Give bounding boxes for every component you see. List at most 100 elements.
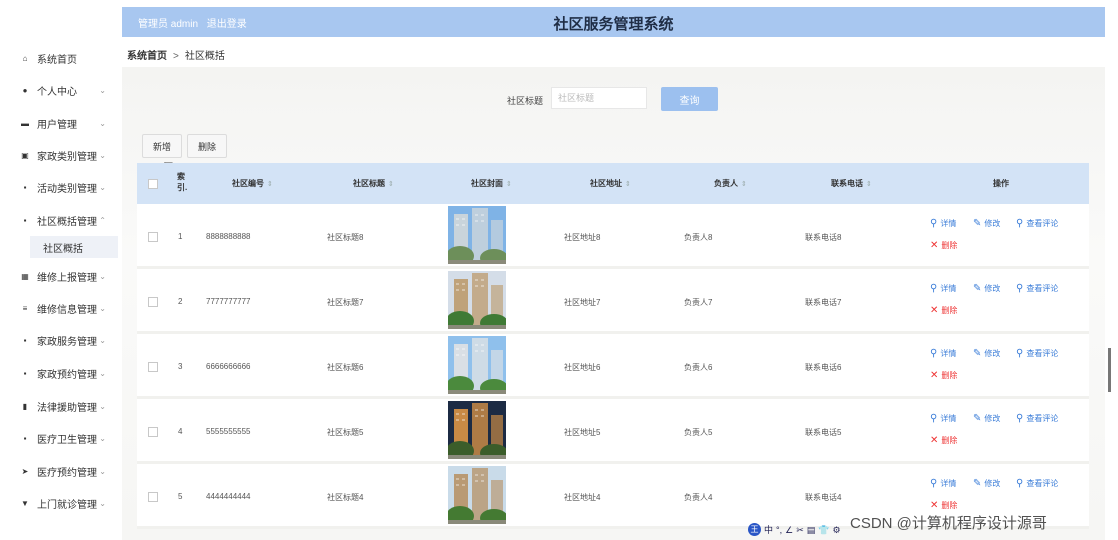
remove-button[interactable]: ✕ 删除 bbox=[930, 305, 957, 316]
top-header: 管理员 admin 退出登录 社区服务管理系统 bbox=[122, 7, 1105, 37]
sidebar-item-3[interactable]: ▣ 家政类别管理 ⌄ bbox=[0, 139, 118, 171]
row-code: 5555555555 bbox=[206, 427, 251, 436]
sidebar-item-label: 社区概括管理 bbox=[37, 216, 97, 228]
breadcrumb-home[interactable]: 系统首页 bbox=[127, 51, 167, 62]
edit-button[interactable]: ✎ 修改 bbox=[973, 218, 1000, 229]
view-comments-button[interactable]: ⚲ 查看评论 bbox=[1016, 348, 1058, 359]
sidebar-item-5[interactable]: ▪ 社区概括管理 ⌃ bbox=[0, 204, 118, 236]
select-all-checkbox[interactable] bbox=[148, 163, 158, 204]
ime-tool-icon[interactable]: ▤ bbox=[807, 525, 816, 535]
sidebar-item-9[interactable]: ▪ 家政预约管理 ⌄ bbox=[0, 357, 118, 389]
view-comments-button[interactable]: ⚲ 查看评论 bbox=[1016, 218, 1058, 229]
search-icon: ⚲ bbox=[1016, 413, 1024, 424]
sidebar-item-2[interactable]: ▬ 用户管理 ⌄ bbox=[0, 107, 118, 139]
sidebar-item-label: 上门就诊管理 bbox=[37, 499, 97, 511]
row-index: 3 bbox=[178, 362, 183, 371]
sidebar-item-12[interactable]: ➤ 医疗预约管理 ⌄ bbox=[0, 455, 118, 487]
phone-header[interactable]: 联系电话 ⇕ bbox=[831, 163, 872, 204]
edit-button[interactable]: ✎ 修改 bbox=[973, 348, 1000, 359]
row-cover-image bbox=[448, 206, 506, 264]
row-index: 1 bbox=[178, 232, 183, 241]
sidebar-item-4[interactable]: ▪ 活动类别管理 ⌄ bbox=[0, 171, 118, 203]
search-input[interactable]: 社区标题 bbox=[551, 87, 647, 109]
ime-tool-icon[interactable]: ∠ bbox=[785, 525, 793, 535]
sidebar-subitem-community-overview[interactable]: 社区概括 bbox=[30, 236, 118, 258]
row-title: 社区标题6 bbox=[327, 363, 364, 372]
remove-button[interactable]: ✕ 删除 bbox=[930, 240, 957, 251]
sidebar-item-1[interactable]: ● 个人中心 ⌄ bbox=[0, 74, 118, 106]
delete-button[interactable]: 删除 bbox=[187, 134, 227, 158]
row-phone: 联系电话6 bbox=[805, 363, 842, 372]
sidebar: ⌂ 系统首页 ● 个人中心 ⌄ ▬ 用户管理 ⌄ ▣ 家政类别管理 ⌄ ▪ 活动类别管理 ⌄ ▪ 社区概括管理… bbox=[0, 0, 118, 540]
remove-button[interactable]: ✕ 删除 bbox=[930, 370, 957, 381]
chevron-down-icon: ⌄ bbox=[99, 85, 106, 95]
sidebar-item-label: 维修上报管理 bbox=[37, 272, 97, 284]
row-checkbox[interactable] bbox=[148, 362, 158, 372]
grid-icon: ▪ bbox=[23, 215, 27, 225]
edit-button[interactable]: ✎ 修改 bbox=[973, 478, 1000, 489]
index-header: 索引. bbox=[177, 172, 188, 192]
users-icon: ▬ bbox=[21, 118, 29, 128]
close-icon: ✕ bbox=[930, 240, 939, 251]
detail-button[interactable]: ⚲ 详情 bbox=[930, 413, 956, 424]
ime-tool-icon[interactable]: 👕 bbox=[818, 525, 829, 535]
sidebar-item-0[interactable]: ⌂ 系统首页 bbox=[0, 42, 118, 74]
chevron-down-icon: ⌄ bbox=[99, 466, 106, 476]
grid-icon: ▪ bbox=[23, 182, 27, 192]
sidebar-item-label: 活动类别管理 bbox=[37, 183, 97, 195]
detail-button[interactable]: ⚲ 详情 bbox=[930, 478, 956, 489]
sidebar-item-11[interactable]: ▪ 医疗卫生管理 ⌄ bbox=[0, 422, 118, 454]
sidebar-item-label: 家政类别管理 bbox=[37, 151, 97, 163]
sidebar-item-8[interactable]: ▪ 家政服务管理 ⌄ bbox=[0, 324, 118, 356]
cover-header[interactable]: 社区封面 ⇕ bbox=[471, 163, 512, 204]
address-header[interactable]: 社区地址 ⇕ bbox=[590, 163, 631, 204]
row-phone: 联系电话8 bbox=[805, 233, 842, 242]
row-checkbox[interactable] bbox=[148, 297, 158, 307]
chevron-up-icon: ⌃ bbox=[99, 215, 106, 225]
remove-button[interactable]: ✕ 删除 bbox=[930, 435, 957, 446]
sidebar-item-label: 用户管理 bbox=[37, 119, 77, 131]
search-button[interactable]: 查询 bbox=[661, 87, 718, 111]
view-comments-button[interactable]: ⚲ 查看评论 bbox=[1016, 413, 1058, 424]
chevron-down-icon: ⌄ bbox=[99, 433, 106, 443]
sidebar-item-6[interactable]: ▦ 维修上报管理 ⌄ bbox=[0, 260, 118, 292]
vertical-scrollbar[interactable] bbox=[1108, 348, 1111, 392]
sidebar-item-label: 家政服务管理 bbox=[37, 336, 97, 348]
view-comments-button[interactable]: ⚲ 查看评论 bbox=[1016, 478, 1058, 489]
ime-tool-icon[interactable]: ⚙ bbox=[832, 525, 840, 535]
table-row: 3 6666666666 社区标题6 社区地址6 负责人6 联系电话6 ⚲ 详情 ✎ 修改 ⚲ 查看评… bbox=[137, 334, 1089, 399]
ime-tool-icon[interactable]: °, bbox=[776, 525, 782, 535]
detail-button[interactable]: ⚲ 详情 bbox=[930, 283, 956, 294]
search-icon: ⚲ bbox=[1016, 478, 1024, 489]
row-manager: 负责人4 bbox=[684, 493, 713, 502]
edit-button[interactable]: ✎ 修改 bbox=[973, 283, 1000, 294]
sidebar-item-10[interactable]: ▮ 法律援助管理 ⌄ bbox=[0, 390, 118, 422]
search-icon: ⚲ bbox=[930, 348, 938, 359]
row-checkbox[interactable] bbox=[148, 427, 158, 437]
chart-icon: ▮ bbox=[22, 401, 28, 411]
edit-button[interactable]: ✎ 修改 bbox=[973, 413, 1000, 424]
sidebar-item-13[interactable]: ▼ 上门就诊管理 ⌄ bbox=[0, 487, 118, 519]
row-checkbox[interactable] bbox=[148, 232, 158, 242]
ime-tool-icon[interactable]: 中 bbox=[764, 525, 773, 535]
code-header[interactable]: 社区编号 ⇕ bbox=[232, 163, 273, 204]
title-header[interactable]: 社区标题 ⇕ bbox=[353, 163, 394, 204]
add-button[interactable]: 新增 bbox=[142, 134, 182, 158]
sidebar-item-7[interactable]: ≡ 维修信息管理 ⌄ bbox=[0, 292, 118, 324]
detail-button[interactable]: ⚲ 详情 bbox=[930, 348, 956, 359]
watermark: CSDN @计算机程序设计源哥 bbox=[850, 515, 1047, 532]
pencil-icon: ✎ bbox=[973, 218, 982, 229]
table-row: 4 5555555555 社区标题5 社区地址5 负责人5 联系电话5 ⚲ 详情 ✎ 修改 ⚲ 查看评… bbox=[137, 399, 1089, 464]
ime-toolbar: 王 中 °, ∠ ✂ ▤ 👕 ⚙ bbox=[748, 520, 844, 538]
view-comments-button[interactable]: ⚲ 查看评论 bbox=[1016, 283, 1058, 294]
row-address: 社区地址5 bbox=[564, 428, 601, 437]
remove-button[interactable]: ✕ 删除 bbox=[930, 500, 957, 511]
pencil-icon: ✎ bbox=[973, 478, 982, 489]
row-cover-image bbox=[448, 336, 506, 394]
detail-button[interactable]: ⚲ 详情 bbox=[930, 218, 956, 229]
ime-tool-icon[interactable]: ✂ bbox=[796, 525, 804, 535]
row-address: 社区地址7 bbox=[564, 298, 601, 307]
row-checkbox[interactable] bbox=[148, 492, 158, 502]
search-icon: ⚲ bbox=[1016, 348, 1024, 359]
manager-header[interactable]: 负责人 ⇕ bbox=[714, 163, 747, 204]
